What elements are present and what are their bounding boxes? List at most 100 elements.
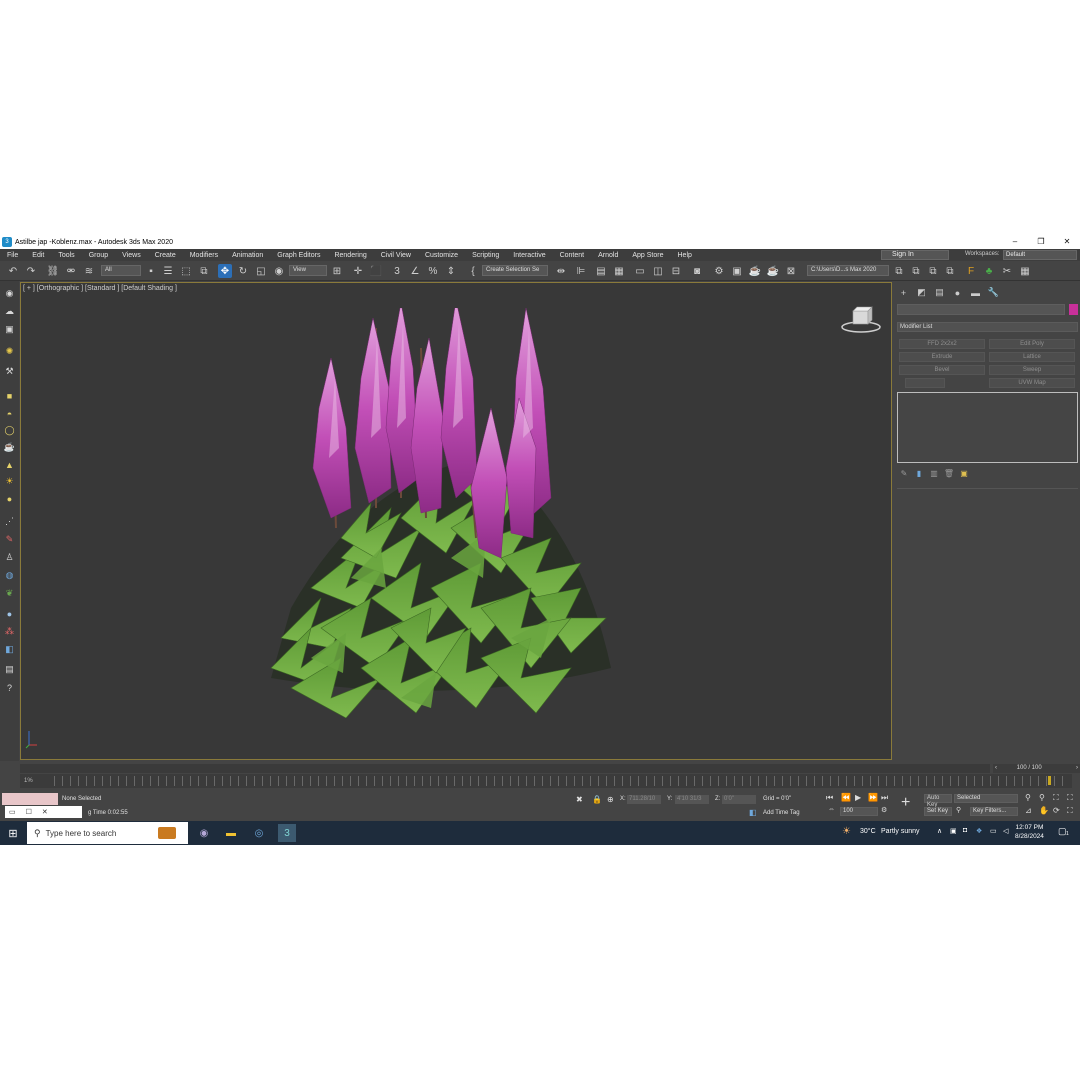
windows-start-icon[interactable]: ⊞	[5, 825, 21, 841]
modifier-stack-list[interactable]	[897, 392, 1078, 463]
absolute-mode-icon[interactable]: ⊕	[607, 795, 614, 804]
spinner-snap-icon[interactable]: ⇕	[444, 264, 458, 278]
orbit-icon[interactable]: ⟳	[1053, 806, 1060, 815]
modifier-bevel-button[interactable]: Bevel	[899, 365, 985, 375]
layers-icon[interactable]: ▤	[3, 663, 16, 676]
maximize-viewport-icon[interactable]: ⛶	[1067, 806, 1073, 816]
menu-edit[interactable]: Edit	[25, 252, 51, 259]
modifier-ffd-button[interactable]: FFD 2x2x2	[899, 339, 985, 349]
spreadsheet-icon[interactable]: ▦	[1018, 264, 1032, 278]
select-rotate-icon[interactable]: ↻	[236, 264, 250, 278]
display-tab-icon[interactable]: ▬	[969, 286, 982, 299]
cone-primitive-icon[interactable]: ▲	[3, 458, 16, 471]
zoom-extents-all-icon[interactable]: ⛶	[1067, 793, 1073, 803]
render-in-cloud-icon[interactable]: ⊠	[784, 264, 798, 278]
paint-icon[interactable]: ✎	[3, 533, 16, 546]
mesh-tools-icon[interactable]: ⋰	[3, 515, 16, 528]
make-unique-icon[interactable]: ▥	[929, 468, 939, 478]
goto-end-icon[interactable]: ⏭	[881, 793, 888, 803]
foliage-icon[interactable]: ❦	[3, 587, 16, 600]
reference-coord-dropdown[interactable]: View	[289, 265, 327, 276]
hierarchy-tab-icon[interactable]: ▤	[933, 286, 946, 299]
named-selection-dropdown[interactable]: Create Selection Se	[482, 265, 548, 276]
undo-icon[interactable]: ↶	[6, 264, 20, 278]
fr-plugin-icon[interactable]: F	[964, 264, 978, 278]
modifier-edit-poly-button[interactable]: Edit Poly	[989, 339, 1075, 349]
x-coord-field[interactable]: 711.28/10	[627, 795, 661, 804]
material-sphere-icon[interactable]: ●	[3, 607, 16, 620]
menu-animation[interactable]: Animation	[225, 252, 270, 259]
viewport-label[interactable]: [ + ] [Orthographic ] [Standard ] [Defau…	[23, 285, 177, 292]
z-coord-field[interactable]: 0'0"	[722, 795, 756, 804]
menu-group[interactable]: Group	[82, 252, 115, 259]
set-project-icon[interactable]: ⧉	[926, 264, 940, 278]
menu-create[interactable]: Create	[148, 252, 183, 259]
tray-app-icon[interactable]: ▣	[950, 827, 957, 835]
close-small-icon[interactable]: ✕	[42, 808, 48, 816]
selection-filter-dropdown[interactable]: All	[101, 265, 141, 276]
object-color-swatch[interactable]	[1069, 304, 1078, 315]
key-filter-icon[interactable]: ⚲	[956, 806, 961, 814]
snaps-toggle-icon[interactable]: 3	[390, 264, 404, 278]
select-manipulate-icon[interactable]: ✛	[351, 264, 365, 278]
select-by-name-icon[interactable]: ☰	[161, 264, 175, 278]
menu-interactive[interactable]: Interactive	[506, 252, 552, 259]
y-coord-field[interactable]: 4'10 31/3	[675, 795, 709, 804]
dome-primitive-icon[interactable]: ◓	[3, 407, 16, 420]
window-crossing-icon[interactable]: ⧉	[197, 264, 211, 278]
restore-small-icon[interactable]: ☐	[26, 808, 32, 816]
close-button[interactable]: ✕	[1054, 235, 1080, 249]
tray-chevron-icon[interactable]: ∧	[937, 827, 942, 835]
select-place-icon[interactable]: ◉	[272, 264, 286, 278]
workspace-dropdown[interactable]: Default	[1003, 250, 1077, 260]
scene-explorer-icon[interactable]: ▤	[594, 264, 608, 278]
system-clock[interactable]: 12:07 PM 8/28/2024	[1015, 823, 1044, 841]
prev-frame-icon[interactable]: ‹	[995, 765, 997, 771]
unlink-icon[interactable]: ⚮	[64, 264, 78, 278]
modifier-list-dropdown[interactable]: Modifier List	[897, 322, 1078, 332]
sun-icon[interactable]: ☀	[3, 475, 16, 488]
zoom-extents-icon[interactable]: ⛶	[1053, 793, 1059, 803]
render-setup-icon[interactable]: ⚙	[712, 264, 726, 278]
project-settings-icon[interactable]: ⧉	[943, 264, 957, 278]
object-name-field[interactable]	[897, 304, 1065, 315]
render-production-icon[interactable]: ☕	[748, 264, 762, 278]
schematic-view-icon[interactable]: ⊟	[669, 264, 683, 278]
menu-app-store[interactable]: App Store	[625, 252, 670, 259]
render-iterative-icon[interactable]: ☕	[766, 264, 780, 278]
mirror-icon[interactable]: ⇹	[554, 264, 568, 278]
modifier-uvw-map-button[interactable]: UVW Map	[989, 378, 1075, 388]
link-icon[interactable]: ⛓	[46, 264, 60, 278]
modify-tab-icon[interactable]: ◩	[915, 286, 928, 299]
hierarchy-icon[interactable]: ♙	[3, 551, 16, 564]
fov-icon[interactable]: ⊿	[1025, 806, 1032, 815]
motion-tab-icon[interactable]: ●	[951, 286, 964, 299]
pan-icon[interactable]: ✋	[1039, 806, 1049, 815]
dropbox-icon[interactable]: ❖	[976, 827, 982, 835]
menu-scripting[interactable]: Scripting	[465, 252, 506, 259]
weather-icon[interactable]: ☀	[842, 826, 851, 837]
select-move-icon[interactable]: ✥	[218, 264, 232, 278]
configure-sets-icon[interactable]: ▣	[959, 468, 969, 478]
material-editor-icon[interactable]: ◙	[690, 264, 704, 278]
create-tab-icon[interactable]: +	[897, 286, 910, 299]
key-filters-button[interactable]: Key Filters...	[970, 807, 1018, 816]
3dsmax-taskbar-icon[interactable]: 3	[278, 824, 296, 842]
zoom-all-icon[interactable]: ⚲	[1039, 793, 1045, 802]
play-icon[interactable]: ▶	[855, 793, 861, 802]
viewport-eye-icon[interactable]: ◉	[3, 287, 16, 300]
time-tag-icon[interactable]: ◧	[749, 808, 757, 817]
astilbe-plant-model[interactable]	[251, 308, 611, 718]
sign-in-dropdown[interactable]: Sign In	[881, 250, 949, 260]
angle-snap-icon[interactable]: ∠	[408, 264, 422, 278]
window-icon[interactable]: ▭	[9, 808, 16, 816]
set-keys-icon[interactable]: +	[901, 794, 910, 812]
zoom-icon[interactable]: ⚲	[1025, 793, 1031, 802]
remove-modifier-icon[interactable]: 🗑	[944, 468, 954, 478]
menu-content[interactable]: Content	[553, 252, 592, 259]
menu-file[interactable]: File	[0, 252, 25, 259]
menu-help[interactable]: Help	[671, 252, 699, 259]
redo-icon[interactable]: ↷	[24, 264, 38, 278]
rect-selection-icon[interactable]: ⬚	[179, 264, 193, 278]
utilities-tab-icon[interactable]: 🔧	[987, 286, 1000, 299]
